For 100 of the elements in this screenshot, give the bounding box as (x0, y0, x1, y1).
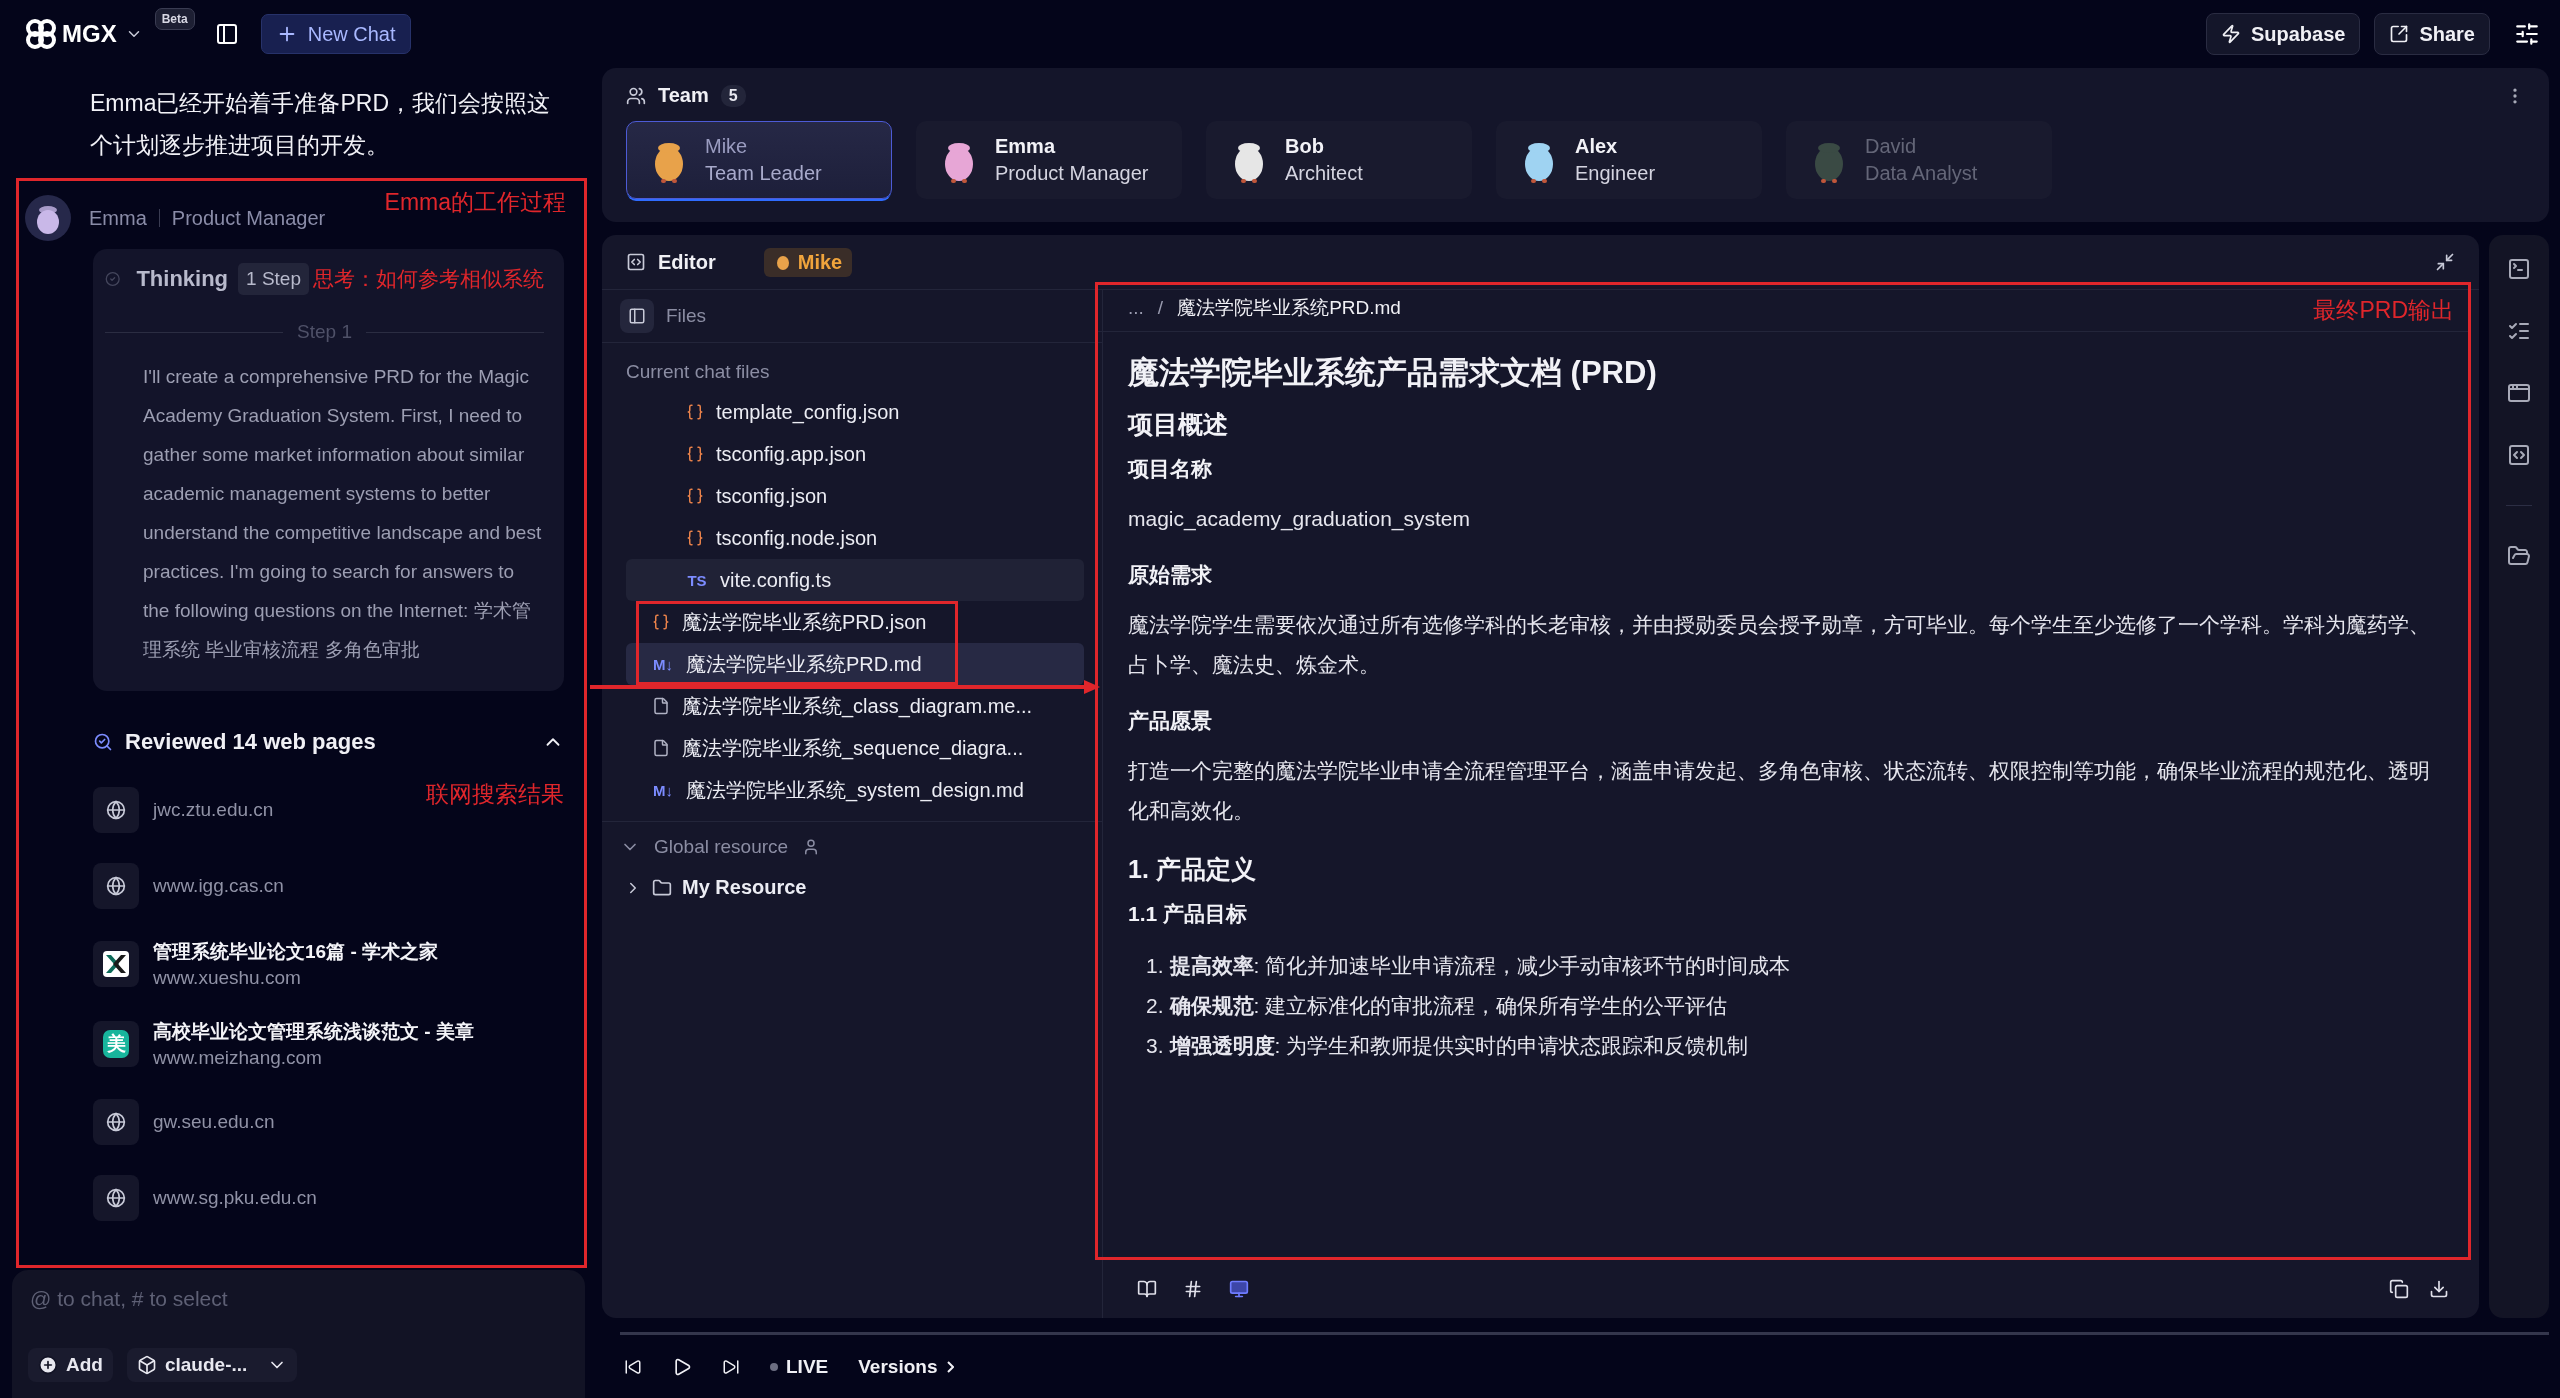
new-chat-button[interactable]: New Chat (260, 14, 411, 54)
file-name: vite.config.ts (720, 568, 832, 592)
versions-button[interactable]: Versions (858, 1355, 955, 1378)
annotation-label: 思考：如何参考相似系统 (313, 266, 544, 292)
list-number: 1. (1146, 953, 1164, 979)
browser-icon[interactable] (2507, 381, 2531, 405)
source-title[interactable]: 管理系统毕业论文16篇 - 学术之家 (153, 939, 439, 965)
list-number: 3. (1146, 1033, 1164, 1059)
bolt-icon (2220, 24, 2241, 44)
status-dot (770, 1362, 778, 1371)
source-domain[interactable]: www.igg.cas.cn (153, 875, 284, 897)
folder-icon[interactable] (2507, 544, 2531, 568)
logo[interactable]: MGX (24, 17, 117, 51)
file-type-icon: TS (686, 571, 708, 589)
code-icon[interactable] (2507, 443, 2531, 467)
skip-forward-icon[interactable] (722, 1357, 740, 1376)
source-domain[interactable]: www.xueshu.com (153, 967, 439, 989)
live-label[interactable]: LIVE (786, 1355, 829, 1378)
global-resource-title: Global resource (654, 836, 789, 858)
source-domain[interactable]: www.sg.pku.edu.cn (153, 1187, 317, 1209)
member-role: Data Analyst (1865, 162, 1978, 185)
supabase-button[interactable]: Supabase (2205, 13, 2361, 55)
file-item[interactable]: 魔法学院毕业系统_class_diagram.me... (626, 685, 1084, 727)
braces-icon (686, 403, 704, 421)
section-label: Current chat files (626, 361, 770, 382)
paragraph: magic_academy_graduation_system (1128, 506, 1472, 533)
chevron-right-icon (947, 1360, 955, 1373)
source-domain[interactable]: www.meizhang.com (153, 1047, 474, 1069)
subsection-heading: 产品愿景 (1128, 708, 1213, 734)
settings-icon[interactable] (2514, 21, 2540, 47)
terminal-icon[interactable] (2507, 257, 2531, 281)
document-title: 魔法学院毕业系统产品需求文档 (PRD) (1128, 354, 1657, 392)
panel-toggle-icon[interactable] (620, 299, 654, 333)
team-member-card[interactable]: Alex Engineer (1496, 121, 1762, 199)
share-button[interactable]: Share (2374, 13, 2490, 55)
shrink-icon[interactable] (2435, 252, 2455, 272)
file-icon (652, 739, 670, 757)
folder-name: My Resource (682, 876, 807, 899)
source-domain[interactable]: jwc.ztu.edu.cn (153, 799, 274, 821)
file-item[interactable]: M↓ 魔法学院毕业系统PRD.md (626, 643, 1084, 685)
file-item[interactable]: TS vite.config.ts (626, 559, 1084, 601)
file-item[interactable]: 魔法学院毕业系统PRD.json (626, 601, 1084, 643)
braces-icon (686, 445, 704, 463)
file-item[interactable]: tsconfig.json (626, 475, 1084, 517)
owner-badge: Mike (763, 247, 853, 277)
model-select[interactable]: claude-... (126, 1348, 298, 1382)
file-item[interactable]: template_config.json (626, 391, 1084, 433)
file-item[interactable]: 魔法学院毕业系统_sequence_diagra... (626, 727, 1084, 769)
folder-item[interactable]: My Resource (620, 876, 1084, 899)
play-icon[interactable] (672, 1356, 692, 1377)
skip-back-icon[interactable] (624, 1357, 642, 1376)
list-item: 增强透明度: 为学生和教师提供实时的申请状态跟踪和反馈机制 (1169, 1033, 1749, 1059)
member-name: Mike (705, 135, 749, 158)
breadcrumb-item[interactable]: ... (1128, 297, 1144, 319)
copy-icon[interactable] (2389, 1279, 2409, 1299)
team-member-card[interactable]: Mike Team Leader (626, 121, 892, 199)
file-name: 魔法学院毕业系统PRD.md (686, 651, 922, 677)
team-member-card[interactable]: Emma Product Manager (916, 121, 1182, 199)
member-name: Bob (1285, 135, 1325, 158)
team-member-card[interactable]: Bob Architect (1206, 121, 1472, 199)
chat-input[interactable]: @ to chat, # to select (28, 1286, 569, 1312)
file-icon (652, 697, 670, 715)
file-name: 魔法学院毕业系统_sequence_diagra... (682, 735, 1024, 762)
annotation-label: 联网搜索结果 (426, 780, 564, 809)
plus-icon (38, 1355, 58, 1375)
file-name: tsconfig.node.json (716, 526, 878, 550)
annotation-label: Emma的工作过程 (384, 188, 566, 217)
sidebar-toggle-icon[interactable] (214, 22, 239, 46)
member-role: Product Manager (995, 162, 1149, 185)
section-heading: 1. 产品定义 (1128, 854, 1257, 885)
file-item[interactable]: M↓ 魔法学院毕业系统_system_design.md (626, 769, 1084, 811)
file-item[interactable]: tsconfig.node.json (626, 517, 1084, 559)
globe-icon (93, 1175, 139, 1221)
file-name: 魔法学院毕业系统PRD.json (682, 609, 927, 635)
file-name: template_config.json (716, 400, 900, 424)
braces-icon (652, 613, 670, 631)
file-item[interactable]: tsconfig.app.json (626, 433, 1084, 475)
share-icon (2389, 24, 2410, 44)
reviewed-title: Reviewed 14 web pages (125, 729, 377, 755)
add-button[interactable]: Add (28, 1348, 113, 1382)
file-type-icon: M↓ (652, 781, 674, 799)
cube-icon (136, 1355, 157, 1375)
source-title[interactable]: 高校毕业论文管理系统浅谈范文 - 美章 (153, 1019, 474, 1045)
paragraph: 打造一个完整的魔法学院毕业申请全流程管理平台，涵盖申请发起、多角色审核、状态流转、权限控制等功能，确保毕业流程的规范化、透明化和高效化。 (1128, 758, 2431, 824)
section-heading: 项目概述 (1128, 409, 1229, 440)
globe-icon (93, 787, 139, 833)
file-type-icon: M↓ (652, 655, 674, 673)
globe-icon (93, 1099, 139, 1145)
download-icon[interactable] (2429, 1279, 2449, 1299)
breadcrumb-item[interactable]: / (1157, 297, 1164, 319)
breadcrumb-item[interactable]: 魔法学院毕业系统PRD.md (1177, 295, 1401, 321)
editor-title: Editor (658, 250, 716, 274)
site-logo-icon (93, 941, 139, 987)
subsection-heading: 项目名称 (1128, 456, 1213, 482)
step-label: Step 1 (297, 321, 352, 343)
member-role: Team Leader (705, 162, 822, 185)
source-domain[interactable]: gw.seu.edu.cn (153, 1111, 275, 1133)
agent-role: Product Manager (171, 206, 326, 230)
code-icon (626, 252, 646, 272)
team-count: 5 (720, 84, 746, 107)
